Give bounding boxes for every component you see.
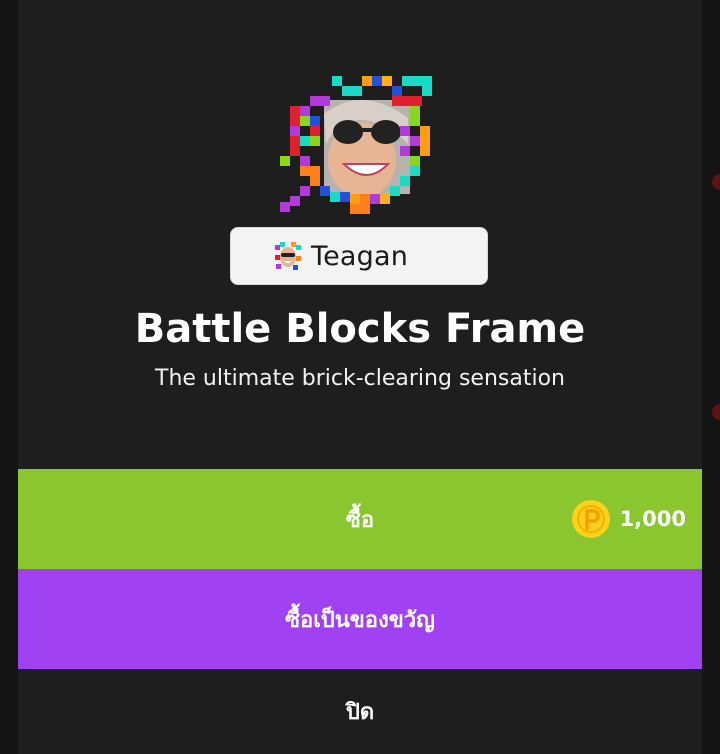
purchase-dialog: Teagan Battle Blocks Frame The ultimate …: [18, 0, 702, 754]
username-preview-chip: Teagan: [230, 227, 488, 285]
close-button[interactable]: ปิด: [18, 669, 702, 754]
tetris-frame-avatar-icon: [280, 76, 432, 214]
gift-button-label: ซื้อเป็นของขวัญ: [285, 607, 435, 633]
price-tag: 1,000: [571, 499, 686, 539]
mini-avatar-icon: [273, 241, 303, 271]
backdrop-edge-marker: [712, 174, 720, 190]
item-title: Battle Blocks Frame: [134, 306, 586, 352]
buy-button-label: ซื้อ: [345, 507, 375, 533]
price-value: 1,000: [619, 507, 686, 531]
backdrop-edge-marker: [712, 404, 720, 420]
frame-preview-image: [280, 74, 440, 214]
username-label: Teagan: [311, 240, 409, 272]
buy-button[interactable]: ซื้อ 1,000: [18, 469, 702, 569]
close-button-label: ปิด: [345, 700, 375, 725]
item-subtitle: The ultimate brick-clearing sensation: [155, 366, 565, 391]
buy-as-gift-button[interactable]: ซื้อเป็นของขวัญ: [18, 569, 702, 669]
coin-icon: [571, 500, 610, 538]
